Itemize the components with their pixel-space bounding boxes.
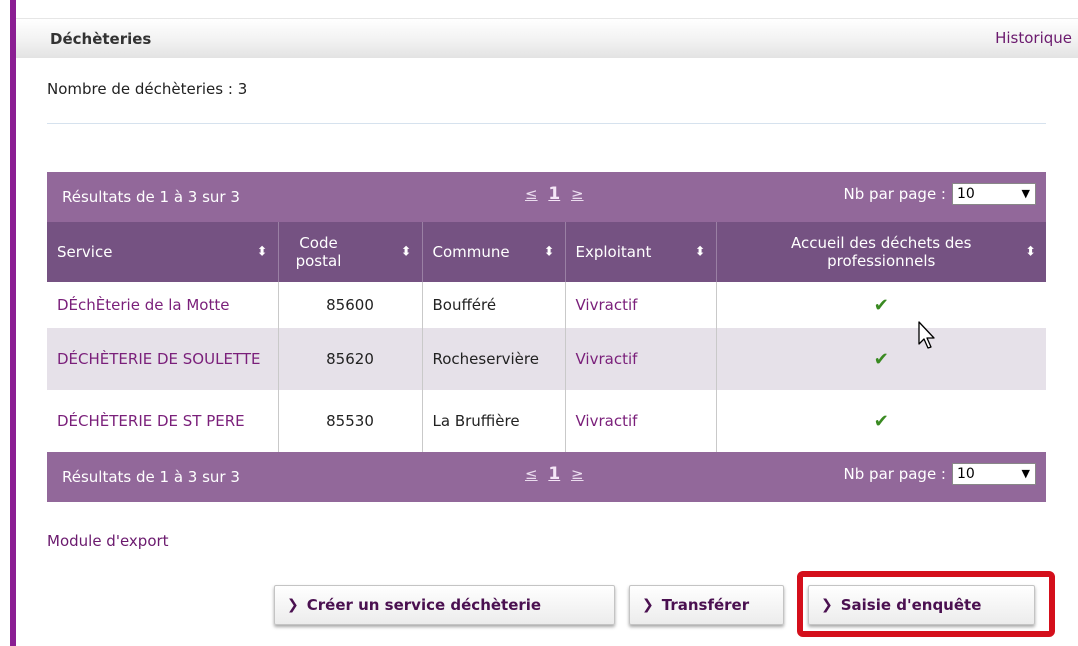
create-service-label: Créer un service déchèterie (306, 596, 542, 614)
pager-prev[interactable]: ≤ (525, 465, 538, 483)
pager-top: Résultats de 1 à 3 sur 3 ≤ 1 ≥ Nb par pa… (47, 172, 1046, 222)
table-row: DÉCHÈTERIE DE SOULETTE 85620 Rocheserviè… (47, 328, 1046, 390)
code-postal-cell: 85600 (278, 282, 423, 328)
per-page-value: 10 (957, 186, 975, 202)
sort-icon[interactable]: ⬍ (257, 245, 268, 260)
per-page-select[interactable]: 10 ▼ (952, 183, 1036, 205)
chevron-right-icon: ❯ (642, 597, 654, 613)
commune-cell: Rocheservière (422, 328, 566, 390)
code-postal-cell: 85620 (278, 328, 423, 390)
column-header-label: Accueil des déchets des professionnels (791, 234, 972, 270)
pager-nav: ≤ 1 ≥ (522, 464, 587, 484)
pager-nav: ≤ 1 ≥ (522, 184, 587, 204)
column-header-accueil[interactable]: Accueil des déchets des professionnels ⬍ (716, 222, 1046, 282)
service-link[interactable]: DÉchÈterie de la Motte (57, 296, 229, 314)
column-header-commune[interactable]: Commune ⬍ (422, 222, 566, 282)
service-link[interactable]: DÉCHÈTERIE DE ST PERE (57, 412, 245, 430)
column-header-label: Service (57, 243, 113, 261)
chevron-down-icon: ▼ (1021, 187, 1030, 200)
transfer-label: Transférer (661, 596, 750, 614)
table-row: DÉCHÈTERIE DE ST PERE 85530 La Bruffière… (47, 390, 1046, 452)
table-row: DÉchÈterie de la Motte 85600 Boufféré Vi… (47, 282, 1046, 328)
commune-cell: Boufféré (422, 282, 566, 328)
check-icon: ✔ (873, 410, 889, 432)
separator (47, 123, 1046, 124)
panel-title: Déchèteries (50, 30, 152, 48)
pager-summary: Résultats de 1 à 3 sur 3 (62, 468, 240, 486)
column-header-exploitant[interactable]: Exploitant ⬍ (565, 222, 717, 282)
sort-icon[interactable]: ⬍ (1025, 245, 1036, 260)
check-icon: ✔ (873, 348, 889, 370)
pager-next[interactable]: ≥ (571, 465, 584, 483)
chevron-right-icon: ❯ (287, 597, 299, 613)
per-page-label: Nb par page : (843, 465, 946, 483)
results-table: Résultats de 1 à 3 sur 3 ≤ 1 ≥ Nb par pa… (47, 172, 1046, 502)
history-link[interactable]: Historique (995, 29, 1072, 47)
pager-page[interactable]: 1 (548, 464, 560, 484)
pager-prev[interactable]: ≤ (525, 185, 538, 203)
exploitant-link[interactable]: Vivractif (576, 350, 638, 368)
column-header-service[interactable]: Service ⬍ (47, 222, 279, 282)
sort-icon[interactable]: ⬍ (695, 245, 706, 260)
exploitant-link[interactable]: Vivractif (576, 412, 638, 430)
code-postal-cell: 85530 (278, 390, 423, 452)
service-link[interactable]: DÉCHÈTERIE DE SOULETTE (57, 350, 260, 368)
pager-bottom: Résultats de 1 à 3 sur 3 ≤ 1 ≥ Nb par pa… (47, 452, 1046, 502)
panel-header: Déchèteries Historique (16, 18, 1078, 58)
create-service-button[interactable]: ❯ Créer un service déchèterie (274, 585, 615, 625)
column-header-label: Code postal (295, 234, 342, 270)
pager-summary: Résultats de 1 à 3 sur 3 (62, 188, 240, 206)
column-header-label: Exploitant (575, 243, 652, 261)
chevron-down-icon: ▼ (1021, 467, 1030, 480)
mouse-cursor-icon (918, 321, 935, 349)
count-label: Nombre de déchèteries : 3 (47, 80, 248, 98)
check-icon: ✔ (873, 294, 889, 316)
pager-page[interactable]: 1 (548, 184, 560, 204)
commune-cell: La Bruffière (422, 390, 566, 452)
per-page-select[interactable]: 10 ▼ (952, 463, 1036, 485)
per-page-label: Nb par page : (843, 185, 946, 203)
sort-icon[interactable]: ⬍ (401, 245, 412, 260)
transfer-button[interactable]: ❯ Transférer (629, 585, 784, 625)
highlight-frame (797, 571, 1055, 637)
table-header-row: Service ⬍ Code postal ⬍ Commune ⬍ Exploi… (47, 222, 1046, 282)
exploitant-link[interactable]: Vivractif (576, 296, 638, 314)
sort-icon[interactable]: ⬍ (544, 245, 555, 260)
pager-next[interactable]: ≥ (571, 185, 584, 203)
per-page-value: 10 (957, 466, 975, 482)
column-header-label: Commune (432, 243, 510, 261)
column-header-code-postal[interactable]: Code postal ⬍ (278, 222, 423, 282)
left-accent-bar (10, 0, 16, 646)
export-module-link[interactable]: Module d'export (47, 532, 169, 550)
